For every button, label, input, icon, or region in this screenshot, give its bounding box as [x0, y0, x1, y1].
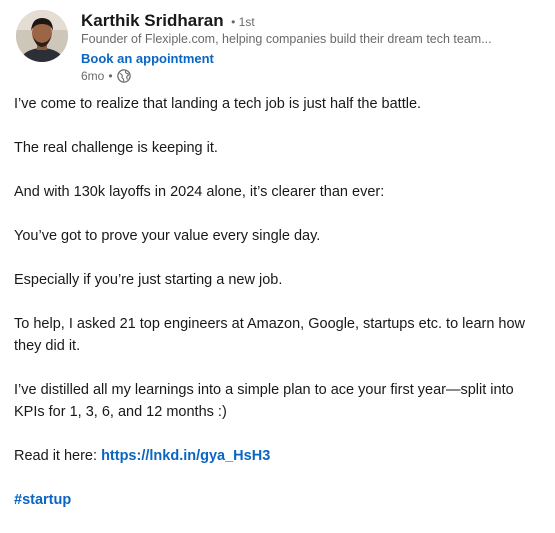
connection-degree-label: 1st: [238, 15, 255, 29]
feed-post: Karthik Sridharan • 1st Founder of Flexi…: [0, 0, 555, 508]
post-paragraph-link: Read it here: https://lnkd.in/gya_HsH3: [14, 445, 544, 467]
author-avatar[interactable]: [16, 10, 68, 62]
post-body: I’ve come to realize that landing a tech…: [14, 93, 544, 533]
post-time: 6mo: [81, 69, 105, 83]
post-paragraph: You’ve got to prove your value every sin…: [14, 228, 321, 244]
read-it-here-label: Read it here:: [14, 448, 102, 464]
globe-icon: [116, 69, 131, 83]
post-paragraph: I’ve come to realize that landing a tech…: [14, 96, 422, 112]
author-name[interactable]: Karthik Sridharan: [81, 11, 224, 30]
hashtag-startup[interactable]: #startup: [14, 492, 71, 508]
post-meta: 6mo •: [81, 68, 131, 84]
post-paragraph: And with 130k layoffs in 2024 alone, it’…: [14, 184, 385, 200]
post-paragraph: To help, I asked 21 top engineers at Ama…: [14, 316, 526, 354]
post-paragraph: I’ve distilled all my learnings into a s…: [14, 382, 514, 420]
post-header: Karthik Sridharan • 1st Founder of Flexi…: [16, 10, 546, 86]
author-headline: Founder of Flexiple.com, helping compani…: [81, 32, 492, 46]
article-link[interactable]: https://lnkd.in/gya_HsH3: [101, 448, 270, 464]
connection-degree: • 1st: [231, 15, 255, 29]
post-paragraph: The real challenge is keeping it.: [14, 140, 218, 156]
book-appointment-link[interactable]: Book an appointment: [81, 50, 214, 67]
separator-dot: •: [108, 69, 113, 83]
author-name-line: Karthik Sridharan • 1st: [81, 10, 255, 32]
post-paragraph: Especially if you’re just starting a new…: [14, 272, 283, 288]
